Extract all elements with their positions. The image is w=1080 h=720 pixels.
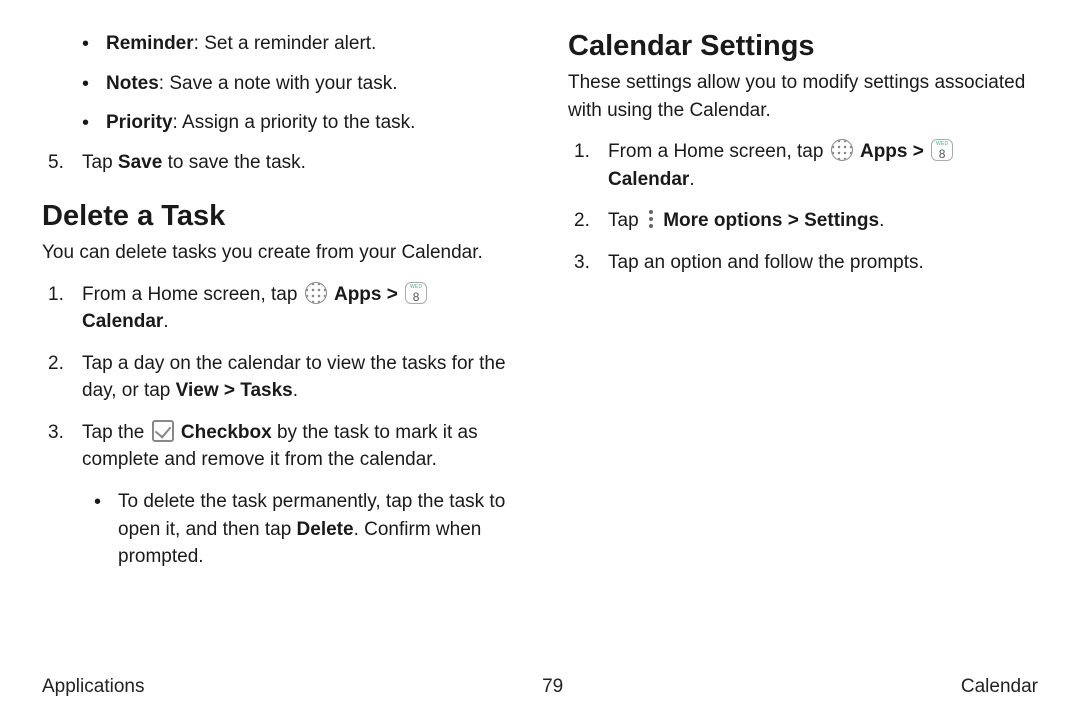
checkbox-icon (152, 420, 174, 442)
heading-delete-task: Delete a Task (42, 200, 512, 233)
settings-intro: These settings allow you to modify setti… (568, 69, 1038, 124)
text: . (879, 210, 884, 231)
step-number: 1. (574, 138, 590, 166)
label: Reminder (106, 33, 194, 54)
step-number: 5. (48, 149, 64, 177)
text: to save the task. (162, 152, 306, 173)
text: Tap (82, 152, 118, 173)
text: : Save a note with your task. (159, 73, 398, 94)
delete-step-3: 3. Tap the Checkbox by the task to mark … (74, 419, 512, 571)
bold: Delete (297, 519, 354, 540)
text: . (163, 311, 168, 332)
step-number: 3. (48, 419, 64, 447)
apps-icon (831, 139, 853, 161)
step-number: 2. (48, 350, 64, 378)
step-number: 2. (574, 207, 590, 235)
calendar-icon (931, 139, 953, 161)
right-column: Calendar Settings These settings allow y… (568, 30, 1038, 585)
step-number: 1. (48, 281, 64, 309)
calendar-label: Calendar (608, 169, 689, 190)
delete-step-1: 1. From a Home screen, tap Apps > Calend… (74, 281, 512, 336)
text: Tap (608, 210, 644, 231)
delete-steps: 1. From a Home screen, tap Apps > Calend… (42, 281, 512, 571)
footer-left: Applications (42, 676, 144, 698)
separator: > (907, 141, 929, 162)
calendar-icon (405, 282, 427, 304)
bold: Checkbox (181, 422, 272, 443)
apps-icon (305, 282, 327, 304)
bold: Save (118, 152, 162, 173)
bullet-priority: Priority: Assign a priority to the task. (106, 109, 512, 137)
bold: More options > Settings (663, 210, 879, 231)
text: Tap an option and follow the prompts. (608, 252, 924, 273)
label: Priority (106, 112, 173, 133)
step-number: 3. (574, 249, 590, 277)
more-options-icon (646, 209, 656, 229)
label: Notes (106, 73, 159, 94)
delete-sub-bullet: To delete the task permanently, tap the … (82, 488, 512, 571)
bold: View > Tasks (176, 380, 293, 401)
text: . (689, 169, 694, 190)
text: From a Home screen, tap (608, 141, 829, 162)
calendar-label: Calendar (82, 311, 163, 332)
footer-page-number: 79 (542, 676, 563, 698)
left-column: Reminder: Set a reminder alert. Notes: S… (42, 30, 512, 585)
bullet-notes: Notes: Save a note with your task. (106, 70, 512, 98)
settings-steps: 1. From a Home screen, tap Apps > Calend… (568, 138, 1038, 276)
text: Tap the (82, 422, 150, 443)
save-step-list: 5. Tap Save to save the task. (42, 149, 512, 177)
settings-step-2: 2. Tap More options > Settings. (600, 207, 1038, 235)
text: From a Home screen, tap (82, 284, 303, 305)
heading-calendar-settings: Calendar Settings (568, 30, 1038, 63)
footer-right: Calendar (961, 676, 1038, 698)
sub-bullet-item: To delete the task permanently, tap the … (118, 488, 512, 571)
settings-step-1: 1. From a Home screen, tap Apps > Calend… (600, 138, 1038, 193)
text: . (293, 380, 298, 401)
bullet-reminder: Reminder: Set a reminder alert. (106, 30, 512, 58)
step-5: 5.Tap Save to save the task. (74, 149, 512, 177)
page-footer: Applications 79 Calendar (0, 676, 1080, 698)
delete-step-2: 2. Tap a day on the calendar to view the… (74, 350, 512, 405)
settings-step-3: 3. Tap an option and follow the prompts. (600, 249, 1038, 277)
delete-intro: You can delete tasks you create from you… (42, 239, 512, 267)
apps-label: Apps (860, 141, 908, 162)
task-options-bullets: Reminder: Set a reminder alert. Notes: S… (42, 30, 512, 137)
separator: > (381, 284, 403, 305)
apps-label: Apps (334, 284, 382, 305)
text: : Assign a priority to the task. (173, 112, 416, 133)
text: : Set a reminder alert. (194, 33, 377, 54)
